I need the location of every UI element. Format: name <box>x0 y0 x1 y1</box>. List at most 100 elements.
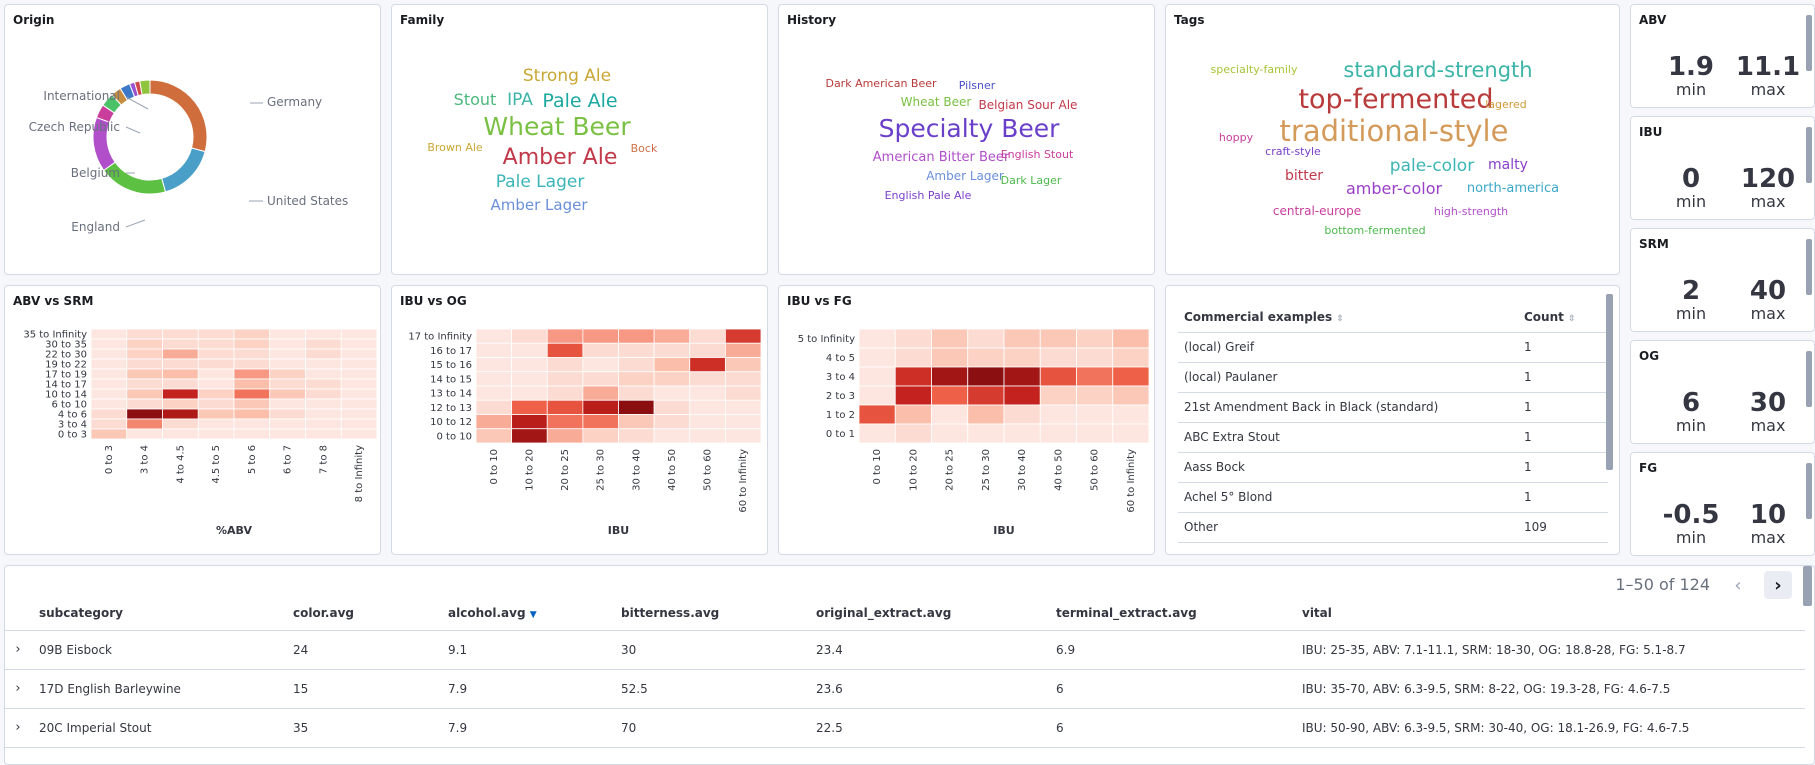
col-subcategory[interactable]: subcategory <box>31 596 285 631</box>
col-original-extract-avg[interactable]: original_extract.avg <box>808 596 1048 631</box>
heatmap-cell[interactable] <box>340 418 378 430</box>
commercial-examples-scrollbar[interactable] <box>1606 294 1613 470</box>
heatmap-cell[interactable] <box>305 338 342 350</box>
heatmap-cell[interactable] <box>689 428 726 444</box>
heatmap-cell[interactable] <box>511 414 548 430</box>
heatmap-cell[interactable] <box>305 388 342 400</box>
history-word-dark-american-beer[interactable]: Dark American Beer <box>825 77 937 90</box>
heatmap-cell[interactable] <box>618 371 655 387</box>
tag-word-hoppy[interactable]: hoppy <box>1219 131 1254 144</box>
family-word-bock[interactable]: Bock <box>631 142 658 155</box>
heatmap-cell[interactable] <box>931 366 969 387</box>
heatmap-cell[interactable] <box>233 388 271 400</box>
heatmap-cell[interactable] <box>340 328 378 340</box>
tag-word-malty[interactable]: malty <box>1488 157 1528 173</box>
heatmap-cell[interactable] <box>546 357 584 373</box>
heatmap-cell[interactable] <box>126 328 163 340</box>
heatmap-cell[interactable] <box>305 378 342 390</box>
heatmap-cell[interactable] <box>305 418 342 430</box>
heatmap-cell[interactable] <box>931 385 969 406</box>
heatmap-cell[interactable] <box>305 408 342 420</box>
heatmap-cell[interactable] <box>1039 328 1077 349</box>
heatmap-cell[interactable] <box>126 358 163 370</box>
metric-scrollbar[interactable] <box>1806 15 1812 71</box>
heatmap-cell[interactable] <box>233 418 271 430</box>
heatmap-cell[interactable] <box>894 385 932 406</box>
heatmap-cell[interactable] <box>126 388 163 400</box>
heatmap-cell[interactable] <box>269 408 306 420</box>
heatmap-cell[interactable] <box>618 414 655 430</box>
metric-scrollbar[interactable] <box>1806 351 1812 407</box>
heatmap-cell[interactable] <box>653 399 691 415</box>
heatmap-cell[interactable] <box>582 357 619 373</box>
heatmap-cell[interactable] <box>162 328 199 340</box>
family-word-pale-lager[interactable]: Pale Lager <box>496 172 585 192</box>
history-word-specialty-beer[interactable]: Specialty Beer <box>879 114 1061 143</box>
heatmap-cell[interactable] <box>689 385 726 401</box>
heatmap-cell[interactable] <box>162 388 199 400</box>
previous-page-button[interactable]: ‹ <box>1724 571 1752 599</box>
heatmap-cell[interactable] <box>197 418 235 430</box>
heatmap-cell[interactable] <box>894 328 932 349</box>
commercial-row[interactable]: (local) Paulaner 1 <box>1178 362 1608 393</box>
heatmap-cell[interactable] <box>724 371 762 387</box>
heatmap-cell[interactable] <box>582 342 619 358</box>
heatmap-cell[interactable] <box>305 358 342 370</box>
ibu-fg-heatmap[interactable]: 5 to Infinity 4 to 5 3 to 4 2 to 3 1 to 2 0 t… <box>779 286 1155 555</box>
heatmap-cell[interactable] <box>90 408 128 420</box>
heatmap-cell[interactable] <box>162 398 199 410</box>
family-word-stout[interactable]: Stout <box>454 90 497 109</box>
sort-icon[interactable]: ⇳ <box>1336 314 1344 324</box>
tag-word-lagered[interactable]: lagered <box>1485 98 1527 111</box>
heatmap-cell[interactable] <box>475 328 513 344</box>
heatmap-cell[interactable] <box>894 423 932 444</box>
heatmap-cell[interactable] <box>1039 347 1077 368</box>
heatmap-cell[interactable] <box>126 338 163 350</box>
heatmap-cell[interactable] <box>269 428 306 440</box>
heatmap-cell[interactable] <box>582 371 619 387</box>
heatmap-cell[interactable] <box>546 399 584 415</box>
commercial-name[interactable]: 21st Amendment Back in Black (standard) <box>1178 392 1518 423</box>
family-word-wheat-beer[interactable]: Wheat Beer <box>483 112 631 141</box>
sort-icon[interactable]: ⇳ <box>1568 314 1576 324</box>
heatmap-cell[interactable] <box>269 338 306 350</box>
heatmap-cell[interactable] <box>511 385 548 401</box>
heatmap-cell[interactable] <box>511 371 548 387</box>
tag-word-amber-color[interactable]: amber-color <box>1346 179 1443 198</box>
heatmap-cell[interactable] <box>689 342 726 358</box>
abv-srm-heatmap[interactable]: 35 to Infinity30 to 3522 to 3019 to 2217… <box>5 286 381 555</box>
history-word-belgian-sour-ale[interactable]: Belgian Sour Ale <box>979 98 1078 112</box>
heatmap-cell[interactable] <box>233 428 271 440</box>
commercial-row[interactable]: Other 109 <box>1178 512 1608 543</box>
col-terminal-extract-avg[interactable]: terminal_extract.avg <box>1048 596 1294 631</box>
heatmap-cell[interactable] <box>689 371 726 387</box>
history-word-english-stout[interactable]: English Stout <box>1001 148 1074 161</box>
history-word-pilsner[interactable]: Pilsner <box>959 79 996 92</box>
heatmap-cell[interactable] <box>162 378 199 390</box>
history-word-american-bitter-beer[interactable]: American Bitter Beer <box>873 150 1010 165</box>
heatmap-cell[interactable] <box>546 371 584 387</box>
heatmap-cell[interactable] <box>1112 366 1150 387</box>
heatmap-cell[interactable] <box>1003 404 1041 425</box>
heatmap-cell[interactable] <box>1039 404 1077 425</box>
heatmap-cell[interactable] <box>1003 385 1041 406</box>
commercial-row[interactable]: 21st Amendment Back in Black (standard) … <box>1178 392 1608 423</box>
heatmap-cell[interactable] <box>546 385 584 401</box>
heatmap-cell[interactable] <box>546 342 584 358</box>
tag-word-central-europe[interactable]: central-europe <box>1273 204 1361 218</box>
heatmap-cell[interactable] <box>269 348 306 360</box>
heatmap-cell[interactable] <box>233 408 271 420</box>
heatmap-cell[interactable] <box>162 348 199 360</box>
heatmap-cell[interactable] <box>126 408 163 420</box>
heatmap-cell[interactable] <box>90 418 128 430</box>
heatmap-cell[interactable] <box>724 357 762 373</box>
metric-scrollbar[interactable] <box>1806 127 1812 183</box>
family-word-amber-ale[interactable]: Amber Ale <box>503 145 618 170</box>
heatmap-cell[interactable] <box>967 423 1005 444</box>
ibu-og-heatmap[interactable]: 17 to Infinity 16 to 17 15 to 16 14 to 15 13… <box>392 286 768 555</box>
heatmap-cell[interactable] <box>724 342 762 358</box>
heatmap-cell[interactable] <box>305 348 342 360</box>
heatmap-cell[interactable] <box>269 368 306 380</box>
heatmap-cell[interactable] <box>233 378 271 390</box>
heatmap-cell[interactable] <box>1112 423 1150 444</box>
